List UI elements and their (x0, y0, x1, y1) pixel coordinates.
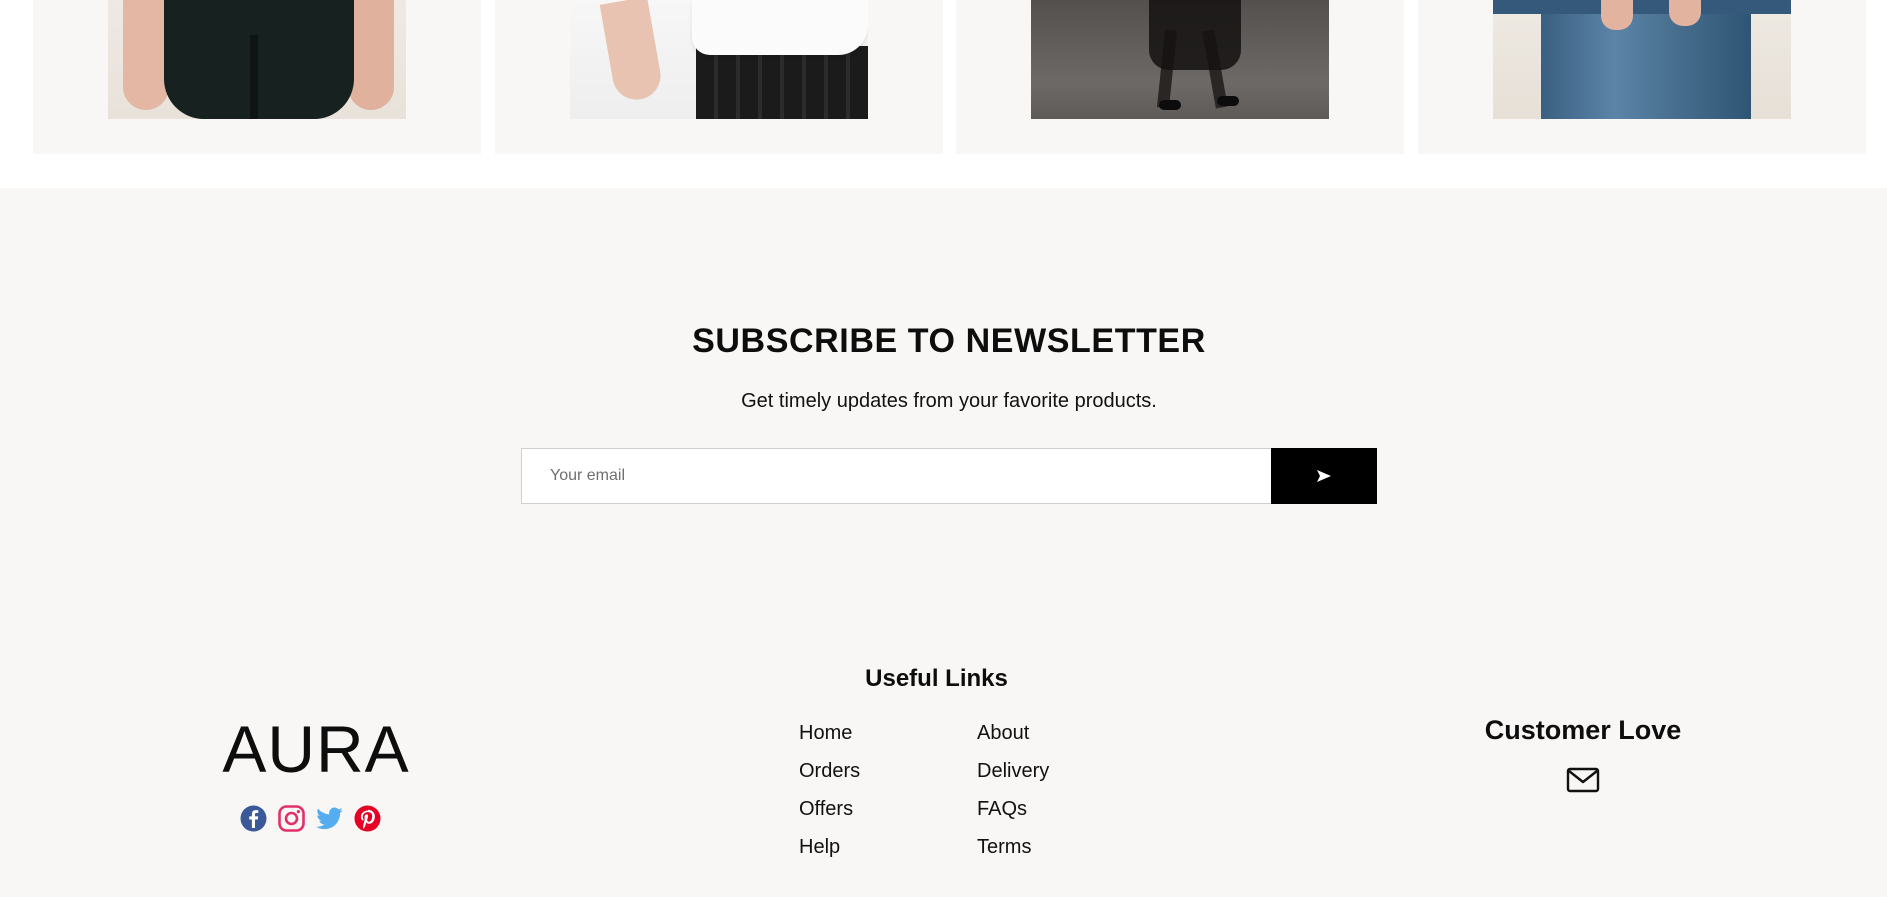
twitter-icon[interactable] (315, 804, 344, 833)
useful-links: Home About Orders Delivery Offers FAQs H… (799, 720, 1059, 861)
newsletter-subtitle: Get timely updates from your favorite pr… (741, 390, 1157, 412)
newsletter-title: SUBSCRIBE TO NEWSLETTER (692, 322, 1206, 360)
product-strip (0, 0, 1887, 188)
link-help[interactable]: Help (799, 834, 977, 861)
link-orders[interactable]: Orders (799, 758, 977, 785)
customer-love-title: Customer Love (1484, 715, 1682, 745)
product-image[interactable] (1031, 0, 1329, 119)
product-card-dress[interactable] (956, 0, 1404, 154)
useful-links-title: Useful Links (865, 665, 1008, 692)
product-image[interactable] (108, 0, 406, 119)
product-image[interactable] (1493, 0, 1791, 119)
facebook-icon[interactable] (239, 804, 268, 833)
brand-logo[interactable]: AURA (218, 713, 414, 785)
product-card-shorts[interactable] (33, 0, 481, 154)
subscribe-button[interactable] (1271, 448, 1377, 504)
email-input[interactable] (521, 448, 1271, 504)
social-links (239, 804, 382, 833)
pinterest-icon[interactable] (353, 804, 382, 833)
product-card-jeans[interactable] (1418, 0, 1866, 154)
link-home[interactable]: Home (799, 720, 977, 747)
mail-icon[interactable] (1566, 766, 1600, 794)
link-faqs[interactable]: FAQs (977, 796, 1059, 823)
link-offers[interactable]: Offers (799, 796, 977, 823)
link-delivery[interactable]: Delivery (977, 758, 1059, 785)
link-terms[interactable]: Terms (977, 834, 1059, 861)
newsletter-form (521, 448, 1377, 504)
instagram-icon[interactable] (277, 804, 306, 833)
product-card-skirt[interactable] (495, 0, 943, 154)
link-about[interactable]: About (977, 720, 1059, 747)
product-image[interactable] (570, 0, 868, 119)
send-icon (1317, 470, 1331, 482)
